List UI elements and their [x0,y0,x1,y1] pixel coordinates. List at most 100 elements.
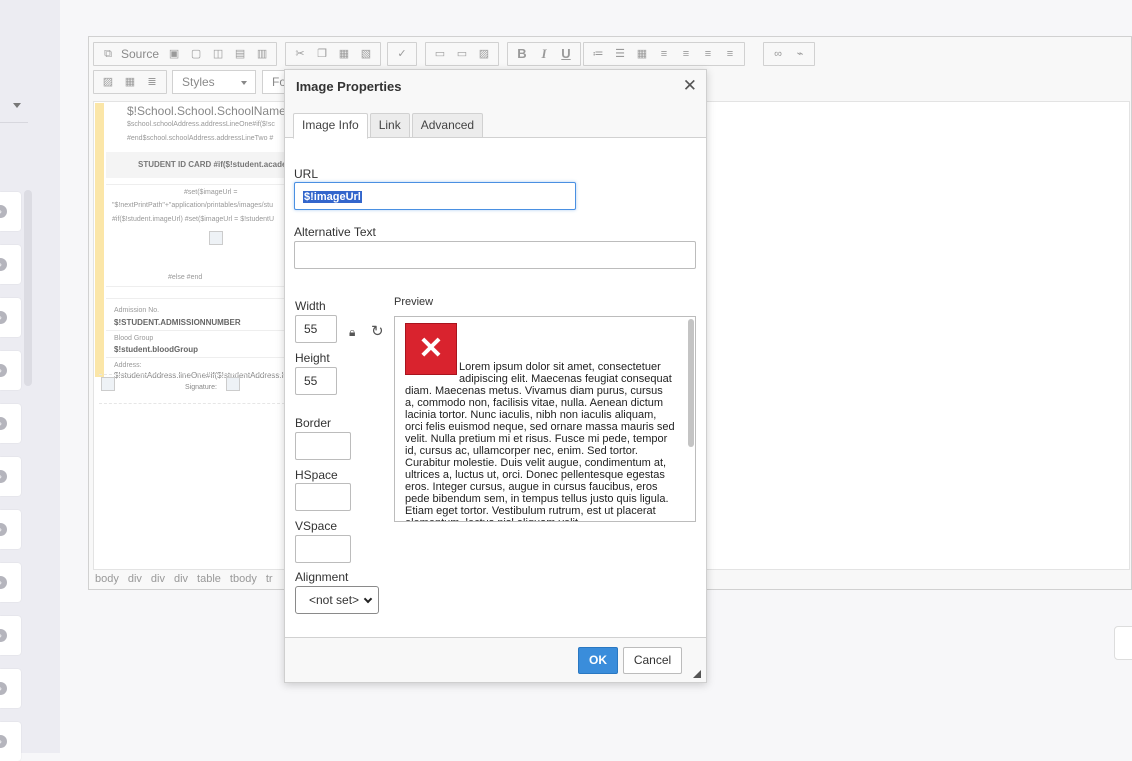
sidebar-card[interactable]: › [0,722,21,761]
horizontal-rule-icon[interactable]: ≣ [144,75,160,89]
tab-advanced[interactable]: Advanced [411,113,484,138]
sidebar-card[interactable]: › [0,192,21,231]
toolbar-group-paragraph: ≔ ☰ ▦ ≡ ≡ ≡ ≡ [583,42,745,66]
admission-label: Admission No. [114,307,160,314]
chevron-right-icon: › [0,364,7,377]
template-line: #if($!student.imageUrl) #set($imageUrl =… [112,216,275,223]
hspace-input[interactable] [295,483,351,511]
underline-icon[interactable]: U [558,47,574,61]
sidebar-card[interactable]: › [0,510,21,549]
image-properties-dialog: Image Properties ✕ Image Info Link Advan… [284,69,707,683]
template-line: #set($imageUrl = [184,189,238,196]
italic-icon[interactable]: I [536,47,552,61]
bulleted-list-icon[interactable]: ☰ [612,47,628,61]
image-icon[interactable]: ▨ [100,75,116,89]
chevron-down-icon [241,81,247,85]
height-input[interactable] [295,367,337,395]
alt-text-input[interactable] [294,241,696,269]
highlight-bar [95,103,104,377]
sidebar-card[interactable]: › [0,404,21,443]
chevron-right-icon: › [0,523,7,536]
paste-text-icon[interactable]: ▧ [358,47,374,61]
dialog-header: Image Properties ✕ Image Info Link Advan… [285,70,706,139]
path-item[interactable]: tr [266,573,273,587]
chevron-down-icon[interactable] [13,103,21,108]
path-item[interactable]: div [151,573,165,587]
sidebar-card[interactable]: › [0,616,21,655]
source-icon[interactable]: ⧉ [100,47,116,61]
paste-icon[interactable]: ▦ [336,47,352,61]
chevron-right-icon: › [0,629,7,642]
border-input[interactable] [295,432,351,460]
lock-ratio-icon[interactable]: 🔒︎ [349,325,355,340]
student-photo-placeholder[interactable] [209,231,223,245]
print-icon[interactable]: ▤ [232,47,248,61]
signature-label: Signature: [185,384,217,391]
preview-icon[interactable]: ◫ [210,47,226,61]
path-item[interactable]: tbody [230,573,257,587]
chevron-right-icon: › [0,258,7,271]
side-panel-toggle[interactable] [1114,626,1132,660]
close-icon[interactable]: ✕ [683,76,697,96]
bold-icon[interactable]: B [514,47,530,61]
div-icon[interactable]: ▦ [634,47,650,61]
image-button-icon[interactable]: ▨ [476,47,492,61]
chevron-right-icon: › [0,205,7,218]
sidebar-card[interactable]: › [0,669,21,708]
toolbar-group-clipboard: ✂ ❐ ▦ ▧ [285,42,381,66]
spellcheck-icon[interactable]: ✓ [394,47,410,61]
dialog-title: Image Properties [296,79,402,94]
path-item[interactable]: table [197,573,221,587]
tab-link[interactable]: Link [369,113,410,138]
sidebar-scrollbar[interactable] [24,190,32,386]
left-sidebar: › › › › › › › › › › › [0,0,60,761]
cut-icon[interactable]: ✂ [292,47,308,61]
toolbar-group-spell: ✓ [387,42,417,66]
template-line: "$!nextPrintPath"+"application/printable… [112,202,273,209]
copy-icon[interactable]: ❐ [314,47,330,61]
alignment-select[interactable]: <not set> [295,586,379,614]
justify-icon[interactable]: ≡ [722,47,738,61]
url-input[interactable]: $!imageUrl [294,182,576,210]
new-page-icon[interactable]: ▢ [188,47,204,61]
align-left-icon[interactable]: ≡ [656,47,672,61]
cancel-button[interactable]: Cancel [623,647,682,674]
resize-grip-icon[interactable] [693,670,701,678]
align-center-icon[interactable]: ≡ [678,47,694,61]
numbered-list-icon[interactable]: ≔ [590,47,606,61]
templates-icon[interactable]: ▥ [254,47,270,61]
tab-image-info[interactable]: Image Info [293,113,368,139]
vspace-input[interactable] [295,535,351,563]
reset-size-icon[interactable]: ↻ [371,322,384,340]
link-icon[interactable]: ∞ [770,47,786,61]
path-item[interactable]: div [174,573,188,587]
align-right-icon[interactable]: ≡ [700,47,716,61]
sidebar-card[interactable]: › [0,351,21,390]
textfield-icon[interactable]: ▭ [454,47,470,61]
sidebar-card[interactable]: › [0,457,21,496]
table-icon[interactable]: ▦ [122,75,138,89]
sidebar-card[interactable]: › [0,298,21,337]
path-item[interactable]: div [128,573,142,587]
signature-placeholder[interactable] [226,377,240,391]
url-input-value: $!imageUrl [303,191,362,203]
sidebar-card[interactable]: › [0,563,21,602]
ok-button[interactable]: OK [578,647,618,674]
form-icon[interactable]: ▭ [432,47,448,61]
format-dropdown[interactable]: Fo [262,70,286,94]
save-icon[interactable]: ▣ [166,47,182,61]
sidebar-card[interactable]: › [0,245,21,284]
chevron-down-icon [363,594,373,604]
toolbar-group-forms: ▭ ▭ ▨ [425,42,499,66]
id-card-title: STUDENT ID CARD #if($!student.academi [138,160,296,169]
source-button[interactable]: Source [121,47,159,61]
image-preview[interactable]: ✕ Lorem ipsum dolor sit amet, consectetu… [394,316,696,522]
divider [106,298,296,299]
unlink-icon[interactable]: ⌁ [792,47,808,61]
preview-scrollbar[interactable] [688,319,694,447]
width-input[interactable] [295,315,337,343]
border-label: Border [295,416,332,430]
path-item[interactable]: body [95,573,119,587]
styles-dropdown[interactable]: Styles [172,70,256,94]
logo-placeholder[interactable] [101,377,115,391]
